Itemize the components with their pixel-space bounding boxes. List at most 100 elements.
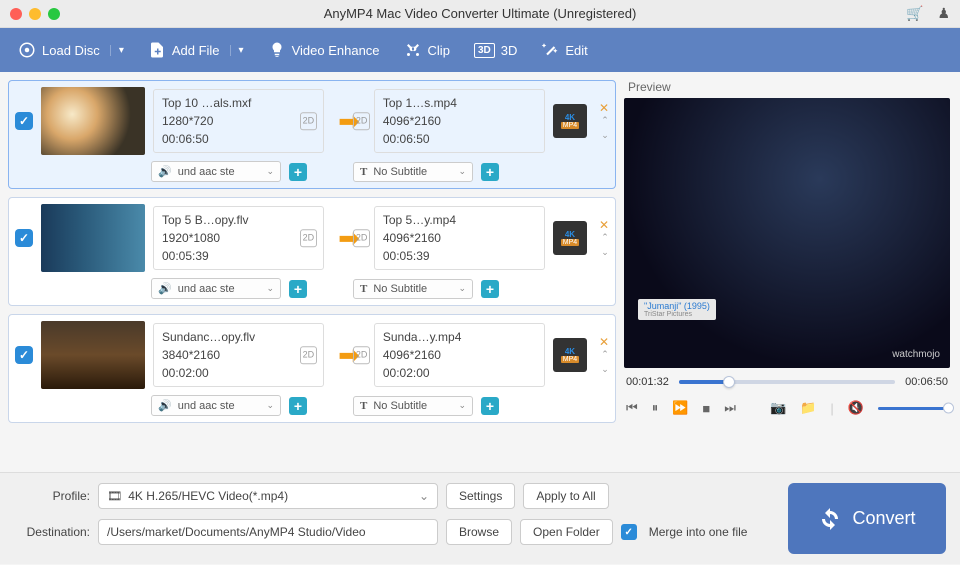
window-title: AnyMP4 Mac Video Converter Ultimate (Unr…: [0, 6, 960, 21]
load-disc-button[interactable]: Load Disc ▾: [8, 35, 134, 65]
fast-forward-icon[interactable]: ⏩: [672, 400, 688, 416]
volume-knob[interactable]: [943, 403, 954, 414]
stop-icon[interactable]: ■: [702, 401, 710, 416]
item-thumbnail[interactable]: [41, 321, 145, 389]
two-d-badge: 2D: [300, 346, 318, 364]
maximize-window-button[interactable]: [48, 8, 60, 20]
chevron-down-icon: ⌄: [419, 489, 429, 503]
watermark: watchmojo: [892, 349, 940, 360]
edit-button[interactable]: Edit: [531, 35, 597, 65]
add-audio-button[interactable]: +: [289, 397, 307, 415]
volume-icon[interactable]: 🔇: [848, 400, 864, 416]
total-time: 00:06:50: [905, 376, 948, 388]
file-list: Top 10 …als.mxf 1280*720 00:06:50 2D ➡ T…: [0, 72, 624, 472]
item-checkbox[interactable]: [15, 112, 33, 130]
speaker-icon: 🔊: [158, 282, 172, 295]
remove-item-icon[interactable]: ✕: [599, 218, 609, 232]
current-time: 00:01:32: [626, 376, 669, 388]
register-icon[interactable]: ♟: [937, 5, 950, 22]
move-up-icon[interactable]: ⌃: [601, 349, 609, 360]
audio-track-select[interactable]: 🔊und aac ste⌄: [151, 395, 281, 416]
two-d-badge: 2D: [300, 112, 318, 130]
audio-track-select[interactable]: 🔊und aac ste⌄: [151, 278, 281, 299]
item-thumbnail[interactable]: [41, 204, 145, 272]
apply-all-button[interactable]: Apply to All: [523, 483, 608, 509]
next-icon[interactable]: ⏭: [724, 400, 736, 416]
wand-icon: [541, 41, 559, 59]
profile-select[interactable]: 🎞 4K H.265/HEVC Video(*.mp4) ⌄: [98, 483, 438, 509]
merge-label: Merge into one file: [649, 525, 748, 539]
preview-panel: Preview "Jumanji" (1995) TriStar Picture…: [624, 72, 960, 472]
merge-checkbox[interactable]: [621, 524, 637, 540]
add-subtitle-button[interactable]: +: [481, 280, 499, 298]
pause-icon[interactable]: ⏸: [652, 400, 659, 416]
three-d-icon: 3D: [474, 43, 495, 58]
move-up-icon[interactable]: ⌃: [601, 115, 609, 126]
move-down-icon[interactable]: ⌄: [601, 364, 609, 375]
volume-slider[interactable]: [878, 407, 948, 410]
timeline: 00:01:32 00:06:50: [624, 368, 950, 396]
subtitle-select[interactable]: TNo Subtitle⌄: [353, 279, 473, 299]
file-item[interactable]: Top 10 …als.mxf 1280*720 00:06:50 2D ➡ T…: [8, 80, 616, 189]
load-disc-dropdown[interactable]: ▾: [110, 45, 124, 56]
cart-icon[interactable]: 🛒: [906, 5, 923, 22]
window-traffic-lights: [10, 8, 60, 20]
destination-input[interactable]: /Users/market/Documents/AnyMP4 Studio/Vi…: [98, 519, 438, 545]
source-info: Sundanc…opy.flv 3840*2160 00:02:00 2D: [153, 323, 324, 387]
add-file-dropdown[interactable]: ▾: [230, 45, 244, 56]
item-checkbox[interactable]: [15, 346, 33, 364]
subtitle-select[interactable]: TNo Subtitle⌄: [353, 396, 473, 416]
enhance-icon: [268, 41, 286, 59]
item-checkbox[interactable]: [15, 229, 33, 247]
remove-item-icon[interactable]: ✕: [599, 101, 609, 115]
output-format-icon[interactable]: 4KMP4: [553, 104, 587, 138]
snapshot-folder-icon[interactable]: 📁: [800, 400, 816, 416]
video-enhance-button[interactable]: Video Enhance: [258, 35, 390, 65]
player-controls: ⏮ ⏸ ⏩ ■ ⏭ 📷 📁 | 🔇: [624, 396, 950, 420]
snapshot-icon[interactable]: 📷: [770, 400, 786, 416]
audio-track-select[interactable]: 🔊und aac ste⌄: [151, 161, 281, 182]
preview-video[interactable]: "Jumanji" (1995) TriStar Pictures watchm…: [624, 98, 950, 368]
settings-button[interactable]: Settings: [446, 483, 515, 509]
add-subtitle-button[interactable]: +: [481, 397, 499, 415]
move-down-icon[interactable]: ⌄: [601, 130, 609, 141]
seek-track[interactable]: [679, 380, 895, 384]
two-d-badge: 2D: [353, 346, 371, 364]
convert-button[interactable]: Convert: [788, 483, 946, 554]
main-toolbar: Load Disc ▾ Add File ▾ Video Enhance Cli…: [0, 28, 960, 72]
titlebar: AnyMP4 Mac Video Converter Ultimate (Unr…: [0, 0, 960, 28]
close-window-button[interactable]: [10, 8, 22, 20]
add-file-icon: [148, 41, 166, 59]
scissors-icon: [404, 41, 422, 59]
minimize-window-button[interactable]: [29, 8, 41, 20]
subtitle-icon: T: [360, 166, 367, 178]
prev-icon[interactable]: ⏮: [626, 400, 638, 416]
file-item[interactable]: Top 5 B…opy.flv 1920*1080 00:05:39 2D ➡ …: [8, 197, 616, 306]
destination-info: Sunda…y.mp4 4096*2160 00:02:00 2D: [374, 323, 545, 387]
file-item[interactable]: Sundanc…opy.flv 3840*2160 00:02:00 2D ➡ …: [8, 314, 616, 423]
two-d-badge: 2D: [300, 229, 318, 247]
output-format-icon[interactable]: 4KMP4: [553, 338, 587, 372]
seek-knob[interactable]: [723, 376, 735, 388]
add-subtitle-button[interactable]: +: [481, 163, 499, 181]
footer: Profile: 🎞 4K H.265/HEVC Video(*.mp4) ⌄ …: [0, 472, 960, 564]
remove-item-icon[interactable]: ✕: [599, 335, 609, 349]
add-audio-button[interactable]: +: [289, 163, 307, 181]
profile-label: Profile:: [14, 489, 90, 503]
two-d-badge: 2D: [353, 229, 371, 247]
add-file-button[interactable]: Add File ▾: [138, 35, 254, 65]
move-down-icon[interactable]: ⌄: [601, 247, 609, 258]
add-audio-button[interactable]: +: [289, 280, 307, 298]
output-format-icon[interactable]: 4KMP4: [553, 221, 587, 255]
move-up-icon[interactable]: ⌃: [601, 232, 609, 243]
speaker-icon: 🔊: [158, 399, 172, 412]
two-d-badge: 2D: [353, 112, 371, 130]
browse-button[interactable]: Browse: [446, 519, 512, 545]
preview-label: Preview: [624, 78, 950, 98]
open-folder-button[interactable]: Open Folder: [520, 519, 613, 545]
clip-button[interactable]: Clip: [394, 35, 460, 65]
destination-info: Top 1…s.mp4 4096*2160 00:06:50 2D: [374, 89, 545, 153]
three-d-button[interactable]: 3D 3D: [464, 37, 527, 64]
subtitle-select[interactable]: TNo Subtitle⌄: [353, 162, 473, 182]
item-thumbnail[interactable]: [41, 87, 145, 155]
